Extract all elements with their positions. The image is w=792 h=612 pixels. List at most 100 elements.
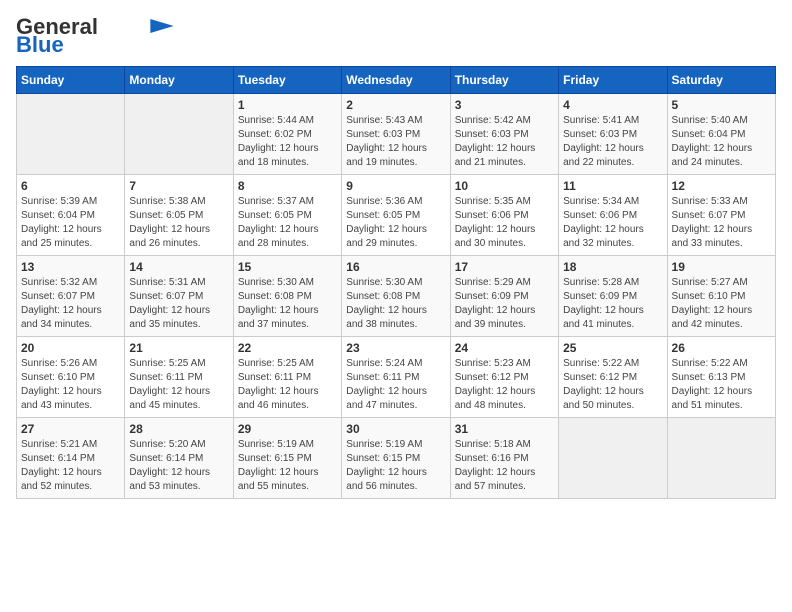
day-number: 31 <box>455 422 554 436</box>
day-number: 23 <box>346 341 445 355</box>
day-number: 30 <box>346 422 445 436</box>
day-number: 5 <box>672 98 771 112</box>
day-info: Sunrise: 5:28 AM Sunset: 6:09 PM Dayligh… <box>563 276 662 332</box>
calendar-cell: 12 Sunrise: 5:33 AM Sunset: 6:07 PM Dayli… <box>667 175 775 256</box>
calendar-cell: 5 Sunrise: 5:40 AM Sunset: 6:04 PM Daylig… <box>667 94 775 175</box>
calendar-cell: 6 Sunrise: 5:39 AM Sunset: 6:04 PM Daylig… <box>17 175 125 256</box>
col-header-friday: Friday <box>559 67 667 94</box>
calendar-cell: 29 Sunrise: 5:19 AM Sunset: 6:15 PM Dayli… <box>233 418 341 499</box>
day-number: 17 <box>455 260 554 274</box>
day-info: Sunrise: 5:30 AM Sunset: 6:08 PM Dayligh… <box>238 276 337 332</box>
calendar-cell: 10Sunrise: 5:35 AM Sunset: 6:06 PM Dayli… <box>450 175 558 256</box>
day-number: 14 <box>129 260 228 274</box>
logo-icon <box>150 19 174 33</box>
day-number: 26 <box>672 341 771 355</box>
calendar-cell: 31 Sunrise: 5:18 AM Sunset: 6:16 PM Dayli… <box>450 418 558 499</box>
day-info: Sunrise: 5:39 AM Sunset: 6:04 PM Dayligh… <box>21 195 120 251</box>
day-info: Sunrise: 5:41 AM Sunset: 6:03 PM Dayligh… <box>563 114 662 170</box>
day-info: Sunrise: 5:19 AM Sunset: 6:15 PM Dayligh… <box>238 438 337 494</box>
day-info: Sunrise: 5:37 AM Sunset: 6:05 PM Dayligh… <box>238 195 337 251</box>
day-info: Sunrise: 5:22 AM Sunset: 6:13 PM Dayligh… <box>672 357 771 413</box>
day-info: Sunrise: 5:23 AM Sunset: 6:12 PM Dayligh… <box>455 357 554 413</box>
day-number: 8 <box>238 179 337 193</box>
day-number: 27 <box>21 422 120 436</box>
day-info: Sunrise: 5:33 AM Sunset: 6:07 PM Dayligh… <box>672 195 771 251</box>
day-info: Sunrise: 5:20 AM Sunset: 6:14 PM Dayligh… <box>129 438 228 494</box>
calendar-cell: 20 Sunrise: 5:26 AM Sunset: 6:10 PM Dayli… <box>17 337 125 418</box>
day-info: Sunrise: 5:24 AM Sunset: 6:11 PM Dayligh… <box>346 357 445 413</box>
calendar-cell: 24 Sunrise: 5:23 AM Sunset: 6:12 PM Dayli… <box>450 337 558 418</box>
day-number: 6 <box>21 179 120 193</box>
calendar-cell: 4 Sunrise: 5:41 AM Sunset: 6:03 PM Daylig… <box>559 94 667 175</box>
day-number: 1 <box>238 98 337 112</box>
day-number: 7 <box>129 179 228 193</box>
col-header-sunday: Sunday <box>17 67 125 94</box>
calendar-cell: 25Sunrise: 5:22 AM Sunset: 6:12 PM Dayli… <box>559 337 667 418</box>
day-info: Sunrise: 5:29 AM Sunset: 6:09 PM Dayligh… <box>455 276 554 332</box>
day-number: 20 <box>21 341 120 355</box>
day-info: Sunrise: 5:18 AM Sunset: 6:16 PM Dayligh… <box>455 438 554 494</box>
day-info: Sunrise: 5:25 AM Sunset: 6:11 PM Dayligh… <box>238 357 337 413</box>
calendar-cell: 23 Sunrise: 5:24 AM Sunset: 6:11 PM Dayli… <box>342 337 450 418</box>
calendar-cell: 7 Sunrise: 5:38 AM Sunset: 6:05 PM Daylig… <box>125 175 233 256</box>
day-number: 4 <box>563 98 662 112</box>
calendar-cell: 18 Sunrise: 5:28 AM Sunset: 6:09 PM Dayli… <box>559 256 667 337</box>
calendar-cell: 28 Sunrise: 5:20 AM Sunset: 6:14 PM Dayli… <box>125 418 233 499</box>
logo: General Blue <box>16 16 174 56</box>
calendar-cell: 3 Sunrise: 5:42 AM Sunset: 6:03 PM Daylig… <box>450 94 558 175</box>
calendar-cell <box>667 418 775 499</box>
day-info: Sunrise: 5:40 AM Sunset: 6:04 PM Dayligh… <box>672 114 771 170</box>
day-info: Sunrise: 5:35 AM Sunset: 6:06 PM Dayligh… <box>455 195 554 251</box>
calendar-cell: 2Sunrise: 5:43 AM Sunset: 6:03 PM Daylig… <box>342 94 450 175</box>
calendar-cell: 27 Sunrise: 5:21 AM Sunset: 6:14 PM Dayli… <box>17 418 125 499</box>
calendar-cell <box>17 94 125 175</box>
calendar-cell: 26 Sunrise: 5:22 AM Sunset: 6:13 PM Dayli… <box>667 337 775 418</box>
calendar-cell <box>559 418 667 499</box>
calendar-cell <box>125 94 233 175</box>
day-info: Sunrise: 5:21 AM Sunset: 6:14 PM Dayligh… <box>21 438 120 494</box>
day-info: Sunrise: 5:30 AM Sunset: 6:08 PM Dayligh… <box>346 276 445 332</box>
day-info: Sunrise: 5:25 AM Sunset: 6:11 PM Dayligh… <box>129 357 228 413</box>
calendar-cell: 21 Sunrise: 5:25 AM Sunset: 6:11 PM Dayli… <box>125 337 233 418</box>
day-number: 15 <box>238 260 337 274</box>
col-header-monday: Monday <box>125 67 233 94</box>
day-number: 21 <box>129 341 228 355</box>
day-number: 3 <box>455 98 554 112</box>
day-info: Sunrise: 5:38 AM Sunset: 6:05 PM Dayligh… <box>129 195 228 251</box>
day-number: 22 <box>238 341 337 355</box>
calendar-cell: 15 Sunrise: 5:30 AM Sunset: 6:08 PM Dayli… <box>233 256 341 337</box>
col-header-tuesday: Tuesday <box>233 67 341 94</box>
day-info: Sunrise: 5:22 AM Sunset: 6:12 PM Dayligh… <box>563 357 662 413</box>
calendar-cell: 30 Sunrise: 5:19 AM Sunset: 6:15 PM Dayli… <box>342 418 450 499</box>
col-header-saturday: Saturday <box>667 67 775 94</box>
day-number: 9 <box>346 179 445 193</box>
header: General Blue <box>16 16 776 56</box>
calendar-cell: 22 Sunrise: 5:25 AM Sunset: 6:11 PM Dayli… <box>233 337 341 418</box>
day-number: 19 <box>672 260 771 274</box>
day-number: 28 <box>129 422 228 436</box>
calendar-cell: 9 Sunrise: 5:36 AM Sunset: 6:05 PM Daylig… <box>342 175 450 256</box>
day-number: 13 <box>21 260 120 274</box>
day-info: Sunrise: 5:32 AM Sunset: 6:07 PM Dayligh… <box>21 276 120 332</box>
day-info: Sunrise: 5:19 AM Sunset: 6:15 PM Dayligh… <box>346 438 445 494</box>
day-info: Sunrise: 5:34 AM Sunset: 6:06 PM Dayligh… <box>563 195 662 251</box>
day-number: 18 <box>563 260 662 274</box>
col-header-wednesday: Wednesday <box>342 67 450 94</box>
day-number: 11 <box>563 179 662 193</box>
calendar-cell: 14Sunrise: 5:31 AM Sunset: 6:07 PM Dayli… <box>125 256 233 337</box>
logo-blue-text: Blue <box>16 34 64 56</box>
day-number: 29 <box>238 422 337 436</box>
day-number: 24 <box>455 341 554 355</box>
col-header-thursday: Thursday <box>450 67 558 94</box>
day-info: Sunrise: 5:36 AM Sunset: 6:05 PM Dayligh… <box>346 195 445 251</box>
day-info: Sunrise: 5:42 AM Sunset: 6:03 PM Dayligh… <box>455 114 554 170</box>
calendar-cell: 17 Sunrise: 5:29 AM Sunset: 6:09 PM Dayli… <box>450 256 558 337</box>
calendar-cell: 11 Sunrise: 5:34 AM Sunset: 6:06 PM Dayli… <box>559 175 667 256</box>
calendar-table: SundayMondayTuesdayWednesdayThursdayFrid… <box>16 66 776 499</box>
day-info: Sunrise: 5:43 AM Sunset: 6:03 PM Dayligh… <box>346 114 445 170</box>
calendar-cell: 19 Sunrise: 5:27 AM Sunset: 6:10 PM Dayli… <box>667 256 775 337</box>
day-info: Sunrise: 5:26 AM Sunset: 6:10 PM Dayligh… <box>21 357 120 413</box>
day-number: 12 <box>672 179 771 193</box>
day-info: Sunrise: 5:27 AM Sunset: 6:10 PM Dayligh… <box>672 276 771 332</box>
calendar-cell: 1Sunrise: 5:44 AM Sunset: 6:02 PM Daylig… <box>233 94 341 175</box>
